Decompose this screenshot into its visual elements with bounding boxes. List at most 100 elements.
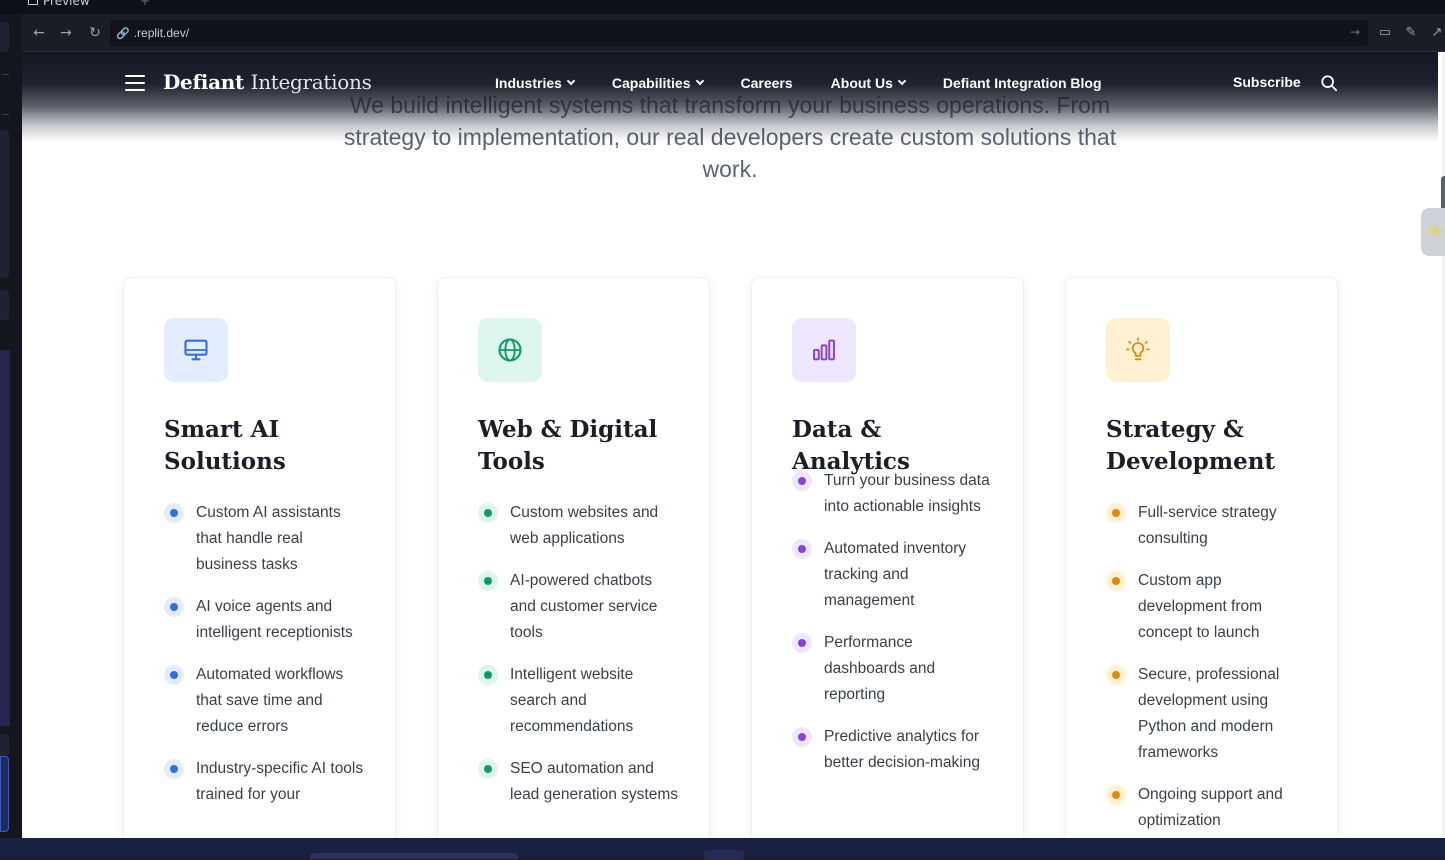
service-card-ai: Smart AI Solutions Custom AI assistants … bbox=[123, 277, 396, 838]
bullet-dot bbox=[164, 759, 184, 779]
url-input[interactable]: 🔗 .replit.dev/ → bbox=[110, 20, 1368, 46]
bullet-dot bbox=[1106, 503, 1126, 523]
list-item-text: Custom AI assistants that handle real bu… bbox=[196, 504, 341, 573]
search-icon[interactable] bbox=[1320, 74, 1338, 92]
brand-name-secondary: Integrations bbox=[250, 70, 372, 94]
chevron-down-icon bbox=[897, 76, 907, 86]
list-item: Custom websites and web applications bbox=[478, 500, 678, 552]
list-item: AI-powered chatbots and customer service… bbox=[478, 568, 678, 646]
preview-icon bbox=[28, 0, 38, 5]
sidebar-panel-handle[interactable] bbox=[0, 22, 9, 52]
bullet-dot bbox=[792, 633, 812, 653]
card-feature-list: Full-service strategy consulting Custom … bbox=[1106, 500, 1306, 838]
bullet-dot bbox=[792, 727, 812, 747]
bullet-dot bbox=[1106, 785, 1126, 805]
globe-icon bbox=[498, 338, 522, 362]
card-icon-tile bbox=[1106, 318, 1170, 382]
floating-assistant-button[interactable]: ✳ bbox=[1421, 208, 1445, 256]
bullet-dot bbox=[164, 665, 184, 685]
list-item-text: Custom app development from concept to l… bbox=[1138, 572, 1263, 641]
list-item-text: Ongoing support and optimization bbox=[1138, 786, 1283, 829]
card-feature-list: Turn your business data into actionable … bbox=[792, 468, 992, 792]
devices-icon[interactable]: ▭ bbox=[1377, 25, 1393, 40]
list-item-text: Custom websites and web applications bbox=[510, 504, 659, 547]
chevron-down-icon bbox=[695, 76, 704, 86]
nav-item-careers[interactable]: Careers bbox=[741, 74, 793, 92]
list-item: Automated inventory tracking and managem… bbox=[792, 536, 992, 614]
list-item: AI voice agents and intelligent receptio… bbox=[164, 594, 364, 646]
list-item-text: Automated inventory tracking and managem… bbox=[824, 540, 967, 609]
subscribe-link[interactable]: Subscribe bbox=[1233, 74, 1301, 90]
bullet-dot bbox=[1106, 571, 1126, 591]
card-icon-tile bbox=[164, 318, 228, 382]
card-title: Smart AI Solutions bbox=[164, 416, 286, 475]
card-feature-list: Custom AI assistants that handle real bu… bbox=[164, 500, 364, 824]
main-nav: Industries Capabilities Careers About Us… bbox=[495, 74, 1102, 92]
nav-item-label: Careers bbox=[740, 75, 793, 91]
nav-item-industries[interactable]: Industries bbox=[495, 74, 576, 92]
taskbar-item[interactable] bbox=[704, 850, 744, 860]
list-item-text: Predictive analytics for better decision… bbox=[824, 728, 980, 771]
list-item-text: AI voice agents and intelligent receptio… bbox=[196, 598, 353, 641]
list-item: Predictive analytics for better decision… bbox=[792, 724, 992, 776]
sidebar-active-panel[interactable] bbox=[0, 350, 10, 726]
bullet-dot bbox=[478, 665, 498, 685]
chevron-down-icon bbox=[566, 76, 576, 86]
forward-arrow-icon[interactable]: → bbox=[57, 24, 75, 42]
sparkle-icon: ✳ bbox=[1427, 219, 1444, 243]
list-item: SEO automation and lead generation syste… bbox=[478, 756, 678, 808]
hamburger-menu-icon[interactable] bbox=[125, 75, 145, 91]
list-item: Turn your business data into actionable … bbox=[792, 468, 992, 520]
list-item: Industry-specific AI tools trained for y… bbox=[164, 756, 364, 808]
website-viewport: We build intelligent systems that transf… bbox=[22, 52, 1438, 838]
reload-icon[interactable]: ↻ bbox=[86, 24, 104, 42]
preview-url-bar: ← → ↻ 🔗 .replit.dev/ → ▭ ✎ ↗ bbox=[22, 14, 1445, 52]
sidebar-divider bbox=[3, 74, 9, 75]
ide-left-sidebar bbox=[0, 14, 22, 840]
list-item-text: SEO automation and lead generation syste… bbox=[510, 760, 679, 803]
preview-scrollbar[interactable] bbox=[1438, 52, 1445, 838]
sidebar-panel[interactable] bbox=[0, 290, 9, 320]
new-tab-icon[interactable]: + bbox=[140, 0, 150, 8]
card-feature-list: Custom websites and web applications AI-… bbox=[478, 500, 678, 824]
go-arrow-icon[interactable]: → bbox=[1350, 25, 1360, 39]
taskbar-item[interactable] bbox=[310, 853, 518, 859]
sidebar-panel[interactable] bbox=[0, 734, 9, 758]
nav-item-label: Industries bbox=[495, 75, 562, 91]
list-item: Secure, professional development using P… bbox=[1106, 662, 1306, 766]
list-item-text: AI-powered chatbots and customer service… bbox=[510, 572, 658, 641]
monitor-icon bbox=[184, 339, 208, 361]
list-item-text: Full-service strategy consulting bbox=[1138, 504, 1277, 547]
nav-item-capabilities[interactable]: Capabilities bbox=[612, 74, 704, 92]
card-title: Strategy & Development bbox=[1106, 416, 1276, 475]
list-item-text: Secure, professional development using P… bbox=[1138, 666, 1280, 761]
wrench-icon[interactable]: ✎ bbox=[1403, 25, 1419, 40]
list-item: Custom app development from concept to l… bbox=[1106, 568, 1306, 646]
list-item: Performance dashboards and reporting bbox=[792, 630, 992, 708]
lightbulb-icon bbox=[1126, 337, 1150, 361]
brand-logo[interactable]: Defiant Integrations bbox=[163, 70, 372, 94]
preview-tab-label: Preview bbox=[43, 0, 90, 8]
list-item-text: Performance dashboards and reporting bbox=[824, 634, 936, 703]
bar-chart-icon bbox=[813, 339, 835, 361]
preview-tools: ▭ ✎ ↗ bbox=[1377, 25, 1445, 40]
brand-name-primary: Defiant bbox=[163, 70, 244, 94]
nav-item-blog[interactable]: Defiant Integration Blog bbox=[943, 74, 1102, 92]
sidebar-selected-panel[interactable] bbox=[0, 756, 9, 832]
list-item-text: Turn your business data into actionable … bbox=[824, 472, 990, 515]
bullet-dot bbox=[478, 503, 498, 523]
nav-item-label: About Us bbox=[830, 75, 893, 91]
os-taskbar bbox=[0, 838, 1445, 860]
list-item: Full-service strategy consulting bbox=[1106, 500, 1306, 552]
preview-tab[interactable]: Preview bbox=[28, 0, 90, 8]
sidebar-panel[interactable] bbox=[0, 130, 9, 278]
card-icon-tile bbox=[478, 318, 542, 382]
url-text: .replit.dev/ bbox=[133, 26, 190, 40]
nav-item-about-us[interactable]: About Us bbox=[830, 74, 907, 92]
list-item: Intelligent website search and recommend… bbox=[478, 662, 678, 740]
card-title: Web & Digital Tools bbox=[478, 416, 658, 475]
bullet-dot bbox=[1106, 665, 1126, 685]
external-link-icon[interactable]: ↗ bbox=[1429, 25, 1445, 40]
list-item-text: Automated workflows that save time and r… bbox=[196, 666, 344, 735]
back-arrow-icon[interactable]: ← bbox=[30, 24, 48, 42]
